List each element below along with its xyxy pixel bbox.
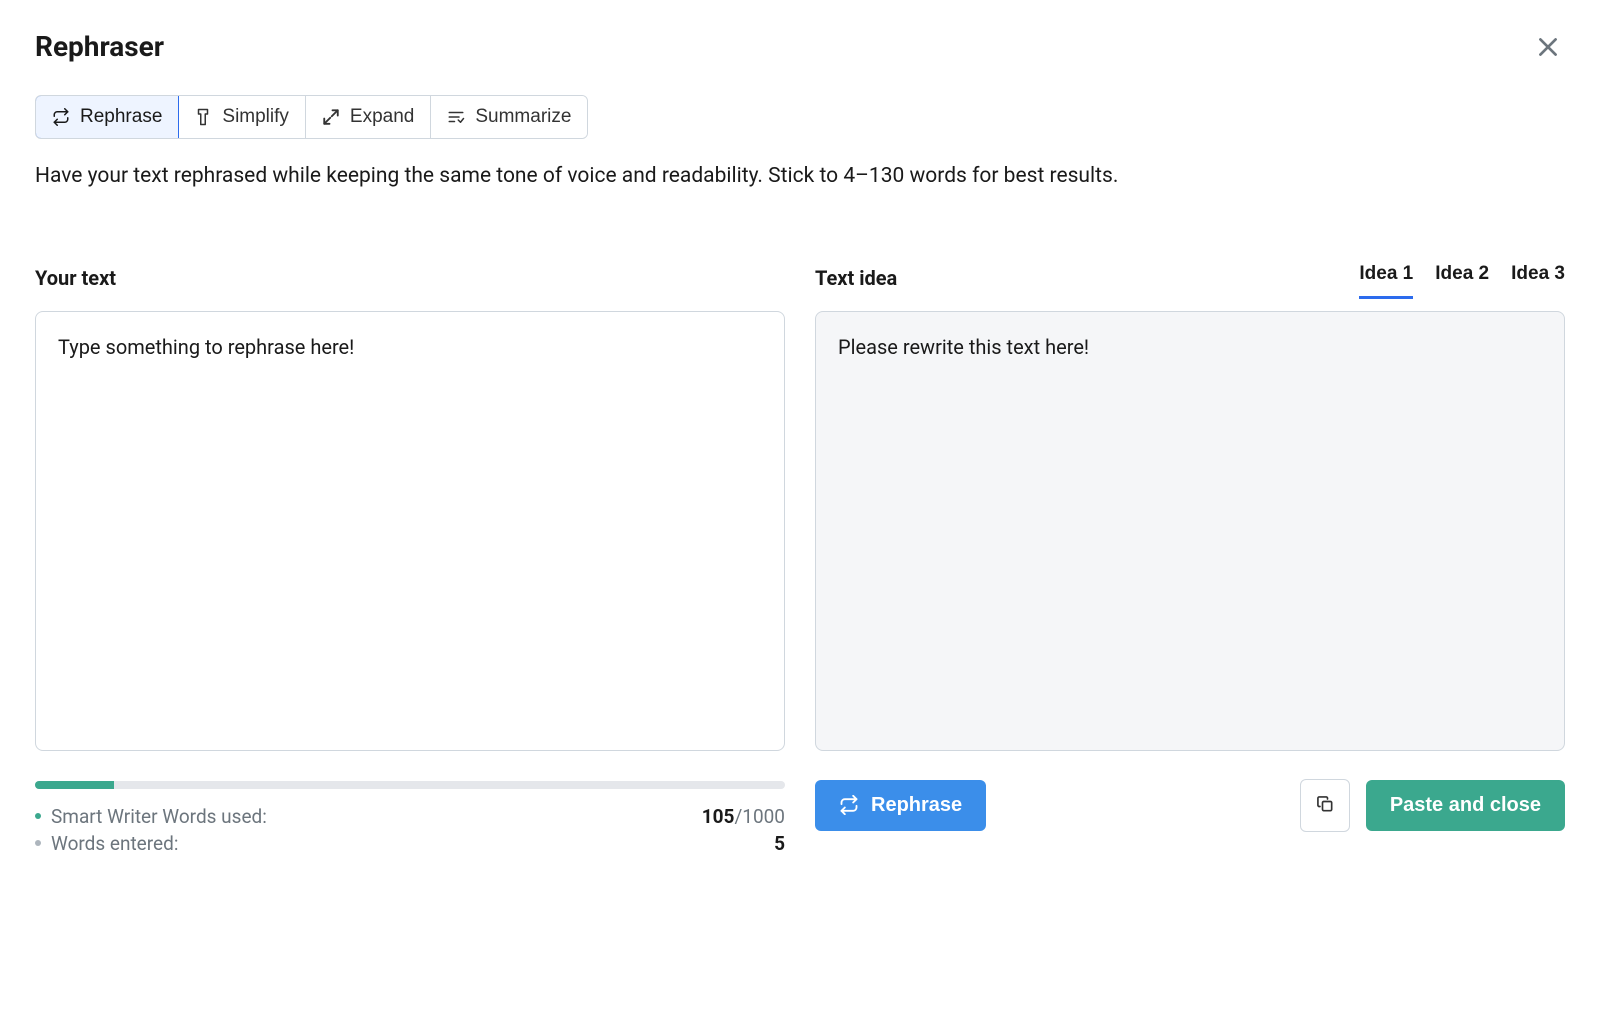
output-title: Text idea	[815, 266, 897, 290]
mode-description: Have your text rephrased while keeping t…	[35, 161, 1565, 193]
tab-summarize[interactable]: Summarize	[431, 96, 587, 138]
paste-close-button[interactable]: Paste and close	[1366, 780, 1565, 831]
words-entered-label: Words entered:	[51, 832, 178, 855]
idea-tabs: Idea 1 Idea 2 Idea 3	[1359, 263, 1565, 293]
rephrase-button-label: Rephrase	[871, 794, 962, 817]
simplify-icon	[194, 108, 212, 126]
rephrase-icon	[52, 108, 70, 126]
idea-tab-3[interactable]: Idea 3	[1511, 263, 1565, 293]
words-entered-value: 5	[774, 832, 785, 855]
copy-icon	[1315, 794, 1335, 814]
expand-icon	[322, 108, 340, 126]
copy-button[interactable]	[1300, 779, 1350, 832]
summarize-icon	[447, 108, 465, 126]
input-textarea[interactable]	[35, 311, 785, 751]
close-icon	[1535, 34, 1561, 60]
usage-progress	[35, 781, 785, 789]
page-title: Rephraser	[35, 30, 164, 63]
rephrase-button[interactable]: Rephrase	[815, 780, 986, 831]
words-used-label: Smart Writer Words used:	[51, 805, 267, 828]
tab-simplify-label: Simplify	[222, 106, 289, 128]
usage-progress-fill	[35, 781, 114, 789]
rephrase-icon	[839, 795, 859, 815]
paste-close-button-label: Paste and close	[1390, 794, 1541, 817]
close-button[interactable]	[1531, 30, 1565, 67]
words-used-value: 105/1000	[702, 805, 785, 828]
tab-rephrase[interactable]: Rephrase	[35, 95, 179, 139]
input-title: Your text	[35, 266, 116, 290]
output-column: Text idea Idea 1 Idea 2 Idea 3 Please re…	[815, 263, 1565, 855]
tab-summarize-label: Summarize	[475, 106, 571, 128]
tab-expand[interactable]: Expand	[306, 96, 431, 138]
tab-expand-label: Expand	[350, 106, 414, 128]
bullet-icon	[35, 813, 41, 819]
mode-tabs: Rephrase Simplify Expand Summarize	[35, 95, 588, 139]
idea-tab-1[interactable]: Idea 1	[1359, 263, 1413, 293]
idea-tab-2[interactable]: Idea 2	[1435, 263, 1489, 293]
tab-rephrase-label: Rephrase	[80, 106, 162, 128]
output-text: Please rewrite this text here!	[815, 311, 1565, 751]
bullet-icon	[35, 840, 41, 846]
tab-simplify[interactable]: Simplify	[178, 96, 306, 138]
input-column: Your text Smart Writer Words used: 105/1…	[35, 263, 785, 855]
